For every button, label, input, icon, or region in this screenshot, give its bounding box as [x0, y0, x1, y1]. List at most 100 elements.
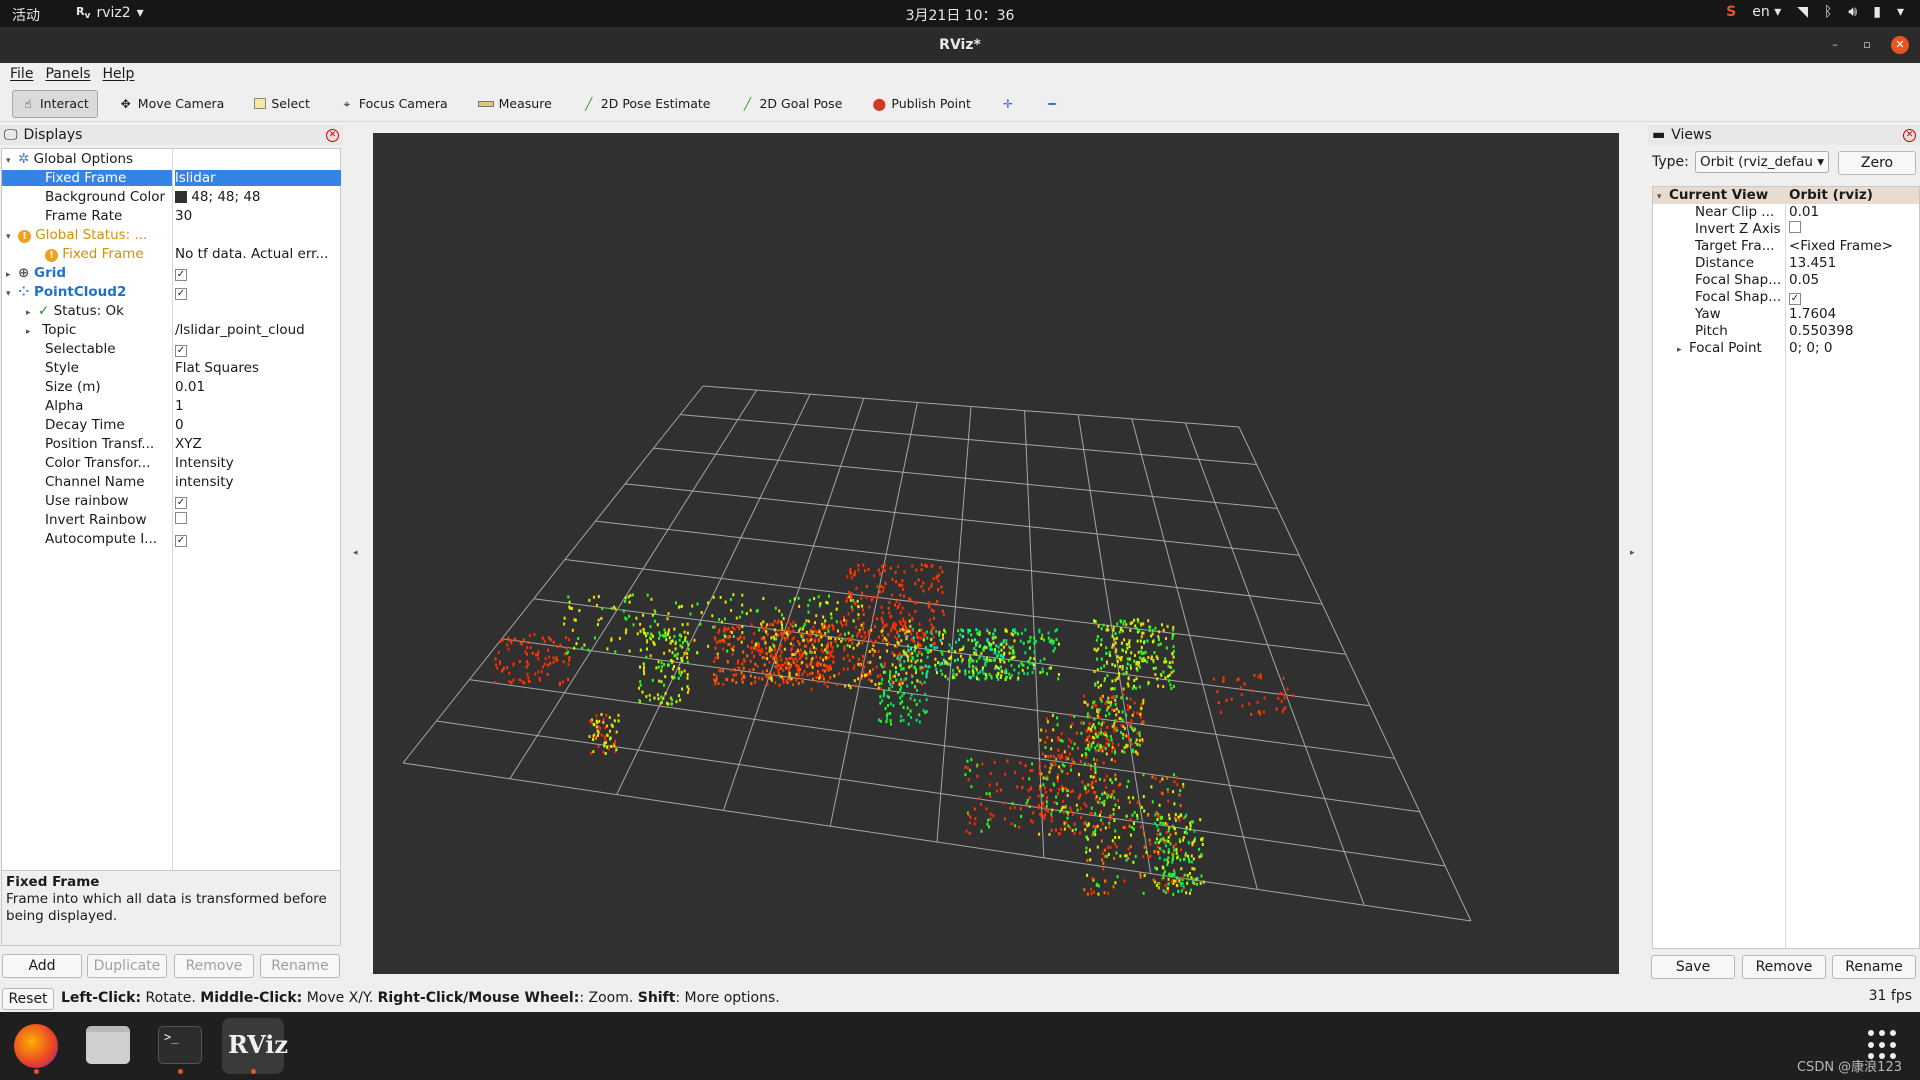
- view-prop-invert-z[interactable]: Invert Z Axis: [1653, 221, 1919, 238]
- tree-row-channel-name[interactable]: Channel Name intensity: [2, 472, 340, 491]
- tree-row-decay-time[interactable]: Decay Time 0: [2, 415, 340, 434]
- publish-point-tool-button[interactable]: ⬤ Publish Point: [863, 90, 980, 118]
- zero-button[interactable]: Zero: [1838, 151, 1916, 175]
- language-indicator[interactable]: en ▾: [1752, 4, 1781, 20]
- remove-view-button[interactable]: Remove: [1742, 955, 1826, 979]
- tree-row-global-status[interactable]: ▾! Global Status: ...: [2, 225, 340, 244]
- menu-help[interactable]: Help: [103, 66, 135, 82]
- close-panel-icon[interactable]: ✕: [326, 129, 339, 142]
- row-value[interactable]: Intensity: [175, 455, 341, 471]
- remove-display-button[interactable]: Remove: [174, 954, 254, 978]
- expand-arrow-icon[interactable]: ▾: [6, 232, 18, 242]
- collapse-left-arrow-icon[interactable]: ◂: [353, 548, 361, 560]
- row-value[interactable]: 0: [175, 417, 341, 433]
- expand-arrow-icon[interactable]: ▾: [6, 289, 18, 299]
- tree-row-status-ok[interactable]: ▸ ✓ Status: Ok: [2, 301, 340, 320]
- row-value[interactable]: ✓: [175, 284, 341, 300]
- row-value[interactable]: [175, 511, 341, 528]
- tree-row-frame-rate[interactable]: Frame Rate 30: [2, 206, 340, 225]
- battery-icon[interactable]: ▮: [1873, 4, 1881, 20]
- tree-row-position-transformer[interactable]: Position Transf... XYZ: [2, 434, 340, 453]
- tree-row-status-fixed-frame[interactable]: ! Fixed Frame No tf data. Actual err...: [2, 244, 340, 263]
- interact-tool-button[interactable]: ☝ Interact: [12, 89, 98, 118]
- row-value[interactable]: ✓: [175, 265, 341, 281]
- rviz-icon[interactable]: RViz: [222, 1018, 288, 1074]
- pose-estimate-tool-button[interactable]: ╱ 2D Pose Estimate: [573, 90, 720, 118]
- row-value[interactable]: ✓: [175, 531, 341, 547]
- clock[interactable]: 3月21日 10：36: [0, 5, 1920, 25]
- tree-row-selectable[interactable]: Selectable ✓: [2, 339, 340, 358]
- collapse-arrow-icon[interactable]: ▸: [26, 327, 38, 337]
- maximize-button[interactable]: ▫: [1858, 36, 1876, 54]
- row-value[interactable]: ✓: [175, 493, 341, 509]
- save-view-button[interactable]: Save: [1651, 955, 1735, 979]
- grid-enabled-checkbox[interactable]: ✓: [175, 268, 187, 281]
- row-value[interactable]: Flat Squares: [175, 360, 341, 376]
- view-prop-pitch[interactable]: Pitch 0.550398: [1653, 323, 1919, 340]
- view-prop-distance[interactable]: Distance 13.451: [1653, 255, 1919, 272]
- menu-file[interactable]: File: [10, 66, 33, 82]
- view-prop-focal-point[interactable]: ▸ Focal Point 0; 0; 0: [1653, 340, 1919, 357]
- tree-row-grid[interactable]: ▸ ⊕ Grid ✓: [2, 263, 340, 282]
- collapse-arrow-icon[interactable]: ▸: [6, 270, 18, 280]
- add-tool-button[interactable]: ✛: [992, 90, 1024, 118]
- invert-z-checkbox[interactable]: [1789, 221, 1801, 233]
- view-type-select[interactable]: Orbit (rviz_defau ▾: [1695, 151, 1829, 173]
- row-value[interactable]: ✓: [175, 341, 341, 357]
- focal-shape-checkbox[interactable]: ✓: [1789, 293, 1801, 305]
- firefox-icon[interactable]: [8, 1018, 64, 1074]
- chevron-down-icon[interactable]: ▾: [1897, 4, 1904, 20]
- rename-display-button[interactable]: Rename: [260, 954, 340, 978]
- autocompute-checkbox[interactable]: ✓: [175, 534, 187, 547]
- measure-tool-button[interactable]: Measure: [469, 90, 561, 118]
- close-button[interactable]: ✕: [1891, 36, 1909, 54]
- rename-view-button[interactable]: Rename: [1832, 955, 1916, 979]
- expand-arrow-icon[interactable]: ▾: [1657, 192, 1669, 202]
- minimize-button[interactable]: –: [1826, 36, 1844, 54]
- goal-pose-tool-button[interactable]: ╱ 2D Goal Pose: [731, 90, 851, 118]
- close-panel-icon[interactable]: ✕: [1903, 129, 1916, 142]
- view-prop-focal-shape-fixed[interactable]: Focal Shap... ✓: [1653, 289, 1919, 306]
- selectable-checkbox[interactable]: ✓: [175, 344, 187, 357]
- menu-panels[interactable]: Panels: [45, 66, 90, 82]
- tree-row-topic[interactable]: ▸ Topic /lslidar_point_cloud: [2, 320, 340, 339]
- row-value[interactable]: XYZ: [175, 436, 341, 452]
- files-icon[interactable]: [80, 1018, 136, 1074]
- collapse-arrow-icon[interactable]: ▸: [1677, 345, 1689, 355]
- tree-row-background-color[interactable]: Background Color 48; 48; 48: [2, 187, 340, 206]
- add-display-button[interactable]: Add: [2, 954, 82, 978]
- row-value[interactable]: intensity: [175, 474, 341, 490]
- row-value[interactable]: 30: [175, 208, 341, 224]
- tree-row-style[interactable]: Style Flat Squares: [2, 358, 340, 377]
- select-tool-button[interactable]: Select: [245, 90, 319, 118]
- tree-row-color-transformer[interactable]: Color Transfor... Intensity: [2, 453, 340, 472]
- view-prop-target-frame[interactable]: Target Fra... <Fixed Frame>: [1653, 238, 1919, 255]
- focus-camera-tool-button[interactable]: ⌖ Focus Camera: [331, 90, 457, 118]
- terminal-icon[interactable]: >_: [152, 1018, 208, 1074]
- volume-icon[interactable]: 🔊︎: [1848, 4, 1857, 20]
- row-value[interactable]: /lslidar_point_cloud: [175, 322, 341, 338]
- collapse-right-arrow-icon[interactable]: ▸: [1630, 548, 1638, 560]
- row-value[interactable]: 1: [175, 398, 341, 414]
- use-rainbow-checkbox[interactable]: ✓: [175, 496, 187, 509]
- tree-row-global-options[interactable]: ▾ ✲ Global Options: [2, 149, 340, 168]
- tree-row-alpha[interactable]: Alpha 1: [2, 396, 340, 415]
- tree-row-fixed-frame[interactable]: Fixed Frame lslidar: [2, 168, 341, 187]
- wifi-icon[interactable]: ◥: [1797, 4, 1808, 20]
- move-camera-tool-button[interactable]: ✥ Move Camera: [110, 90, 234, 118]
- current-view-row[interactable]: ▾ Current View Orbit (rviz): [1653, 187, 1919, 204]
- remove-tool-button[interactable]: ━: [1036, 90, 1068, 118]
- tree-row-pointcloud2[interactable]: ▾ ⁘ PointCloud2 ✓: [2, 282, 340, 301]
- expand-arrow-icon[interactable]: ▾: [6, 156, 18, 166]
- row-value[interactable]: 0.01: [175, 379, 341, 395]
- tree-row-invert-rainbow[interactable]: Invert Rainbow: [2, 510, 340, 529]
- pointcloud2-enabled-checkbox[interactable]: ✓: [175, 287, 187, 300]
- input-method-icon[interactable]: S: [1726, 4, 1736, 20]
- bluetooth-icon[interactable]: ᛒ: [1824, 4, 1832, 20]
- view-prop-near-clip[interactable]: Near Clip ... 0.01: [1653, 204, 1919, 221]
- tree-row-size[interactable]: Size (m) 0.01: [2, 377, 340, 396]
- view-prop-focal-shape-size[interactable]: Focal Shap... 0.05: [1653, 272, 1919, 289]
- reset-button[interactable]: Reset: [2, 988, 54, 1010]
- tree-row-use-rainbow[interactable]: Use rainbow ✓: [2, 491, 340, 510]
- duplicate-display-button[interactable]: Duplicate: [87, 954, 167, 978]
